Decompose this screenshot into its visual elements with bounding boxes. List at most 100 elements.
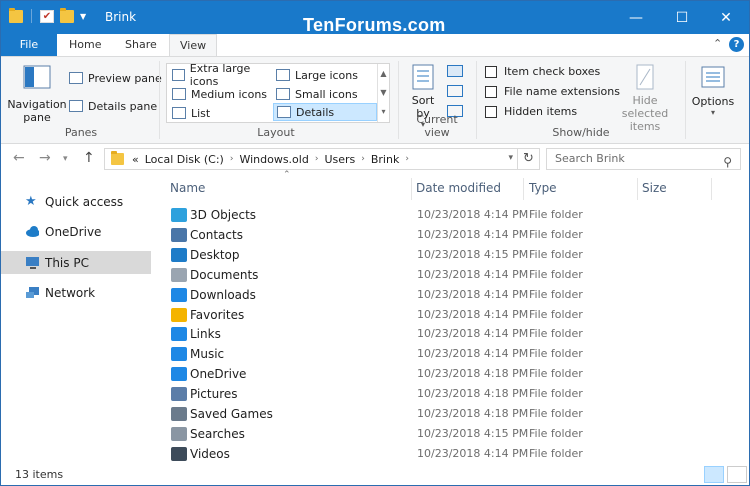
hidden-items-label: Hidden items bbox=[504, 105, 578, 118]
hide-selected-items-button[interactable]: Hide selected items bbox=[610, 63, 680, 133]
file-row[interactable]: Saved Games 10/23/2018 4:18 PM File folder bbox=[167, 404, 727, 424]
tab-home[interactable]: Home bbox=[59, 34, 111, 56]
group-by-icon[interactable] bbox=[447, 65, 463, 77]
layout-details[interactable]: Details bbox=[273, 103, 377, 121]
file-row[interactable]: Documents 10/23/2018 4:14 PM File folder bbox=[167, 265, 727, 285]
file-row[interactable]: Videos 10/23/2018 4:14 PM File folder bbox=[167, 444, 727, 464]
layout-item-label: Small icons bbox=[295, 87, 358, 101]
file-row[interactable]: Searches 10/23/2018 4:15 PM File folder bbox=[167, 424, 727, 444]
column-separator[interactable] bbox=[637, 178, 638, 200]
layout-extra-large-icons[interactable]: Extra large icons bbox=[169, 62, 273, 88]
close-button[interactable]: ✕ bbox=[703, 1, 749, 34]
panes-group-label: Panes bbox=[64, 126, 98, 139]
file-date-modified: 10/23/2018 4:14 PM bbox=[417, 267, 529, 281]
properties-icon[interactable]: ✔ bbox=[40, 9, 54, 23]
column-header-type[interactable]: Type bbox=[529, 181, 557, 195]
refresh-icon[interactable]: ↻ bbox=[518, 148, 540, 170]
file-row[interactable]: Contacts 10/23/2018 4:14 PM File folder bbox=[167, 225, 727, 245]
layout-large-icons[interactable]: Large icons bbox=[273, 66, 377, 84]
file-name: Saved Games bbox=[190, 407, 273, 421]
qat-dropdown-icon[interactable]: ▼ bbox=[80, 12, 86, 21]
item-check-boxes-option[interactable]: Item check boxes bbox=[485, 65, 600, 78]
navigation-pane-icon bbox=[23, 65, 51, 89]
tab-file[interactable]: File bbox=[1, 34, 57, 56]
breadcrumb-users[interactable]: Users bbox=[324, 153, 355, 166]
file-row[interactable]: 3D Objects 10/23/2018 4:14 PM File folder bbox=[167, 205, 727, 225]
breadcrumb-brink[interactable]: Brink bbox=[371, 153, 399, 166]
file-row[interactable]: Desktop 10/23/2018 4:15 PM File folder bbox=[167, 245, 727, 265]
layout-item-label: Details bbox=[296, 105, 335, 119]
column-separator[interactable] bbox=[523, 178, 524, 200]
collapse-ribbon-icon[interactable]: ⌃ bbox=[713, 37, 722, 50]
breadcrumb-windows-old[interactable]: Windows.old bbox=[239, 153, 308, 166]
title-bar[interactable]: ✔ ▼ Brink TenForums.com — ☐ ✕ bbox=[1, 1, 749, 35]
details-pane-button[interactable]: Details pane bbox=[69, 97, 157, 115]
file-date-modified: 10/23/2018 4:14 PM bbox=[417, 307, 529, 321]
item-check-boxes-checkbox[interactable] bbox=[485, 65, 497, 78]
file-row[interactable]: Favorites 10/23/2018 4:14 PM File folder bbox=[167, 305, 727, 325]
file-name: 3D Objects bbox=[190, 208, 257, 222]
file-name-extensions-option[interactable]: File name extensions bbox=[485, 85, 620, 98]
breadcrumb-separator-icon[interactable]: › bbox=[405, 154, 409, 164]
address-dropdown-icon[interactable]: ▾ bbox=[508, 153, 513, 163]
breadcrumb-overflow[interactable]: « bbox=[132, 153, 139, 166]
current-view-group-label: Current view bbox=[416, 113, 458, 139]
tab-view[interactable]: View bbox=[169, 34, 218, 57]
column-header-size[interactable]: Size bbox=[642, 181, 667, 195]
up-icon[interactable]: ↑ bbox=[83, 150, 95, 166]
large-icons-view-button[interactable] bbox=[727, 466, 747, 483]
breadcrumb-local-disk[interactable]: Local Disk (C:) bbox=[145, 153, 224, 166]
nav-item-this-pc[interactable]: This PC bbox=[1, 251, 151, 274]
breadcrumb-separator-icon[interactable]: › bbox=[361, 154, 365, 164]
tab-share[interactable]: Share bbox=[115, 34, 167, 56]
hidden-items-option[interactable]: Hidden items bbox=[485, 105, 577, 118]
folder-icon bbox=[171, 208, 187, 222]
nav-item-label: This PC bbox=[45, 255, 89, 270]
navigation-pane-button[interactable]: Navigation pane bbox=[7, 65, 67, 124]
nav-item-network[interactable]: Network bbox=[1, 281, 151, 304]
help-icon[interactable]: ? bbox=[729, 37, 744, 52]
file-row[interactable]: Links 10/23/2018 4:14 PM File folder bbox=[167, 324, 727, 344]
column-header-date-modified[interactable]: Date modified bbox=[416, 181, 501, 195]
details-view-button[interactable] bbox=[704, 466, 724, 483]
large-icons-icon bbox=[276, 69, 290, 81]
file-row[interactable]: OneDrive 10/23/2018 4:18 PM File folder bbox=[167, 364, 727, 384]
ribbon-separator bbox=[476, 61, 477, 139]
forward-icon[interactable]: → bbox=[39, 150, 51, 166]
file-type: File folder bbox=[529, 407, 583, 420]
column-separator[interactable] bbox=[411, 178, 412, 200]
file-row[interactable]: Pictures 10/23/2018 4:18 PM File folder bbox=[167, 384, 727, 404]
file-name-extensions-checkbox[interactable] bbox=[485, 85, 497, 98]
nav-item-onedrive[interactable]: OneDrive bbox=[1, 220, 151, 243]
breadcrumb-separator-icon[interactable]: › bbox=[315, 154, 319, 164]
hidden-items-checkbox[interactable] bbox=[485, 105, 497, 118]
search-input[interactable]: Search Brink ⚲ bbox=[546, 148, 741, 170]
file-row[interactable]: Music 10/23/2018 4:14 PM File folder bbox=[167, 344, 727, 364]
column-separator[interactable] bbox=[711, 178, 712, 200]
folder-icon bbox=[171, 247, 187, 262]
folder-icon bbox=[171, 267, 187, 282]
preview-pane-label: Preview pane bbox=[88, 71, 162, 85]
quick-access-toolbar: ✔ ▼ bbox=[9, 7, 86, 23]
back-icon[interactable]: ← bbox=[13, 150, 25, 166]
options-button[interactable]: Options ▾ bbox=[689, 65, 737, 117]
layout-scroll[interactable]: ▲ ▼ ▾ bbox=[377, 64, 389, 122]
file-row[interactable]: Downloads 10/23/2018 4:14 PM File folder bbox=[167, 285, 727, 305]
layout-group-label: Layout bbox=[257, 126, 295, 139]
new-folder-icon[interactable] bbox=[60, 7, 74, 23]
recent-locations-icon[interactable]: ▾ bbox=[63, 154, 68, 164]
layout-list[interactable]: List bbox=[169, 104, 273, 122]
maximize-button[interactable]: ☐ bbox=[659, 1, 705, 34]
minimize-button[interactable]: — bbox=[613, 1, 659, 34]
nav-item-quick-access[interactable]: ★ Quick access bbox=[1, 190, 151, 213]
add-columns-icon[interactable] bbox=[447, 85, 463, 97]
breadcrumb-separator-icon[interactable]: › bbox=[230, 154, 234, 164]
column-header-name[interactable]: Name bbox=[170, 181, 205, 195]
preview-pane-button[interactable]: Preview pane bbox=[69, 69, 162, 87]
ribbon-tabs: File Home Share View ⌃ ? bbox=[1, 34, 749, 57]
address-bar[interactable]: « Local Disk (C:) › Windows.old › Users … bbox=[104, 148, 518, 170]
folder-icon bbox=[171, 407, 187, 421]
layout-medium-icons[interactable]: Medium icons bbox=[169, 85, 273, 103]
layout-small-icons[interactable]: Small icons bbox=[273, 85, 377, 103]
file-name: Music bbox=[190, 347, 225, 362]
